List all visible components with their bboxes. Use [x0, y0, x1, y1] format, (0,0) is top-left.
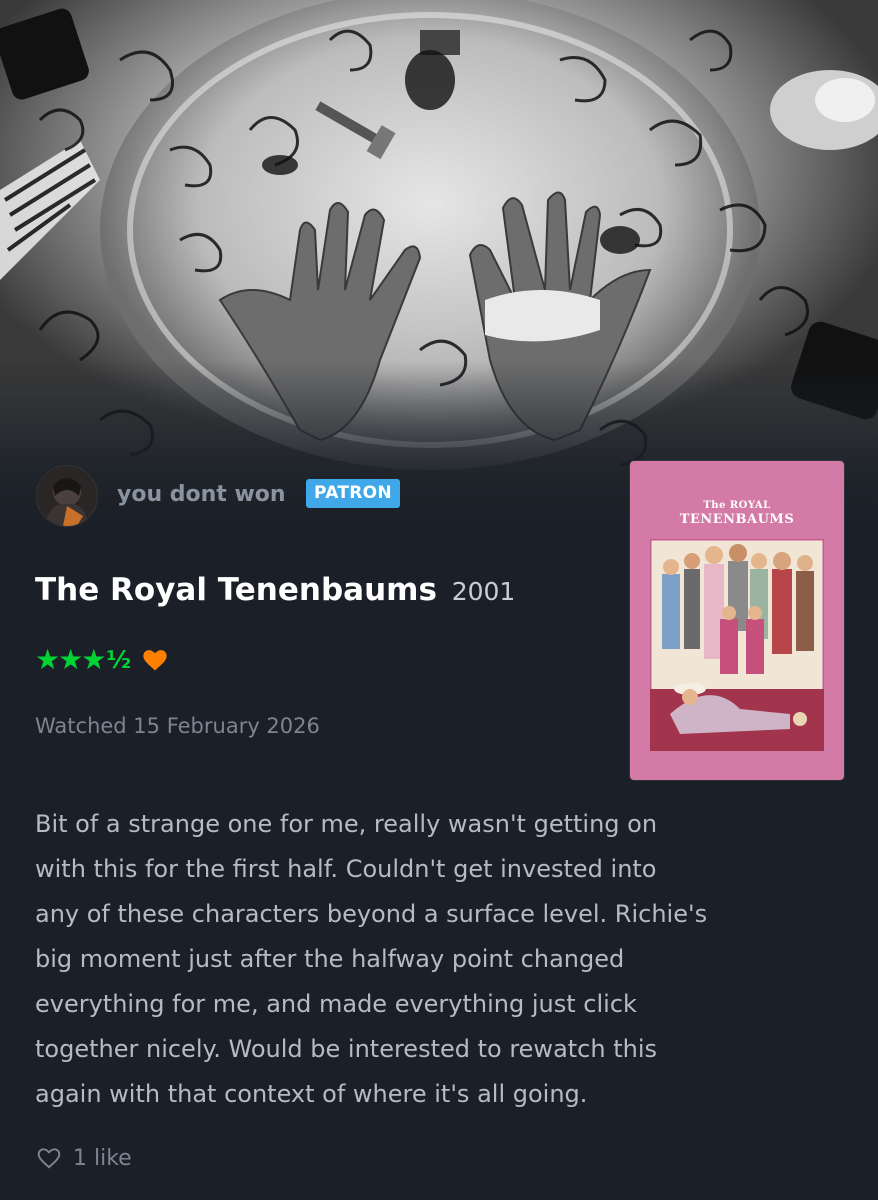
star-rating: ★★★	[35, 643, 106, 676]
like-count: 1 like	[73, 1145, 132, 1171]
review-line: everything for me, and made everything j…	[35, 990, 637, 1018]
film-year[interactable]: 2001	[452, 577, 516, 606]
review-line: big moment just after the halfway point …	[35, 945, 625, 973]
backdrop-image	[0, 0, 878, 520]
half-star: ½	[106, 646, 132, 674]
watched-date: Watched 15 February 2026	[35, 714, 320, 738]
film-heading: The Royal Tenenbaums 2001	[35, 568, 515, 614]
film-poster[interactable]: The ROYAL TENENBAUMS	[630, 461, 844, 780]
review-line: Bit of a strange one for me, really wasn…	[35, 810, 658, 838]
poster-title-line1: The ROYAL	[703, 500, 771, 511]
review-line: with this for the first half. Couldn't g…	[35, 855, 657, 883]
heart-icon	[143, 650, 167, 671]
review-page: you dont won PATRON The Royal Tenenbaums…	[0, 0, 878, 1200]
review-line: again with that context of where it's al…	[35, 1080, 588, 1108]
username[interactable]: you dont won	[117, 480, 286, 510]
poster-illustration	[650, 539, 824, 751]
heart-outline-icon[interactable]	[35, 1145, 63, 1171]
avatar[interactable]	[36, 465, 98, 527]
review-text: Bit of a strange one for me, really wasn…	[35, 802, 835, 1117]
poster-title-line2: TENENBAUMS	[679, 512, 795, 527]
like-button[interactable]: 1 like	[35, 1140, 132, 1176]
poster-title: The ROYAL TENENBAUMS	[630, 499, 844, 527]
film-title[interactable]: The Royal Tenenbaums	[35, 572, 437, 608]
review-line: any of these characters beyond a surface…	[35, 900, 708, 928]
review-line: together nicely. Would be interested to …	[35, 1035, 658, 1063]
patron-badge: PATRON	[306, 479, 400, 508]
rating-row: ★★★ ½	[35, 642, 169, 678]
